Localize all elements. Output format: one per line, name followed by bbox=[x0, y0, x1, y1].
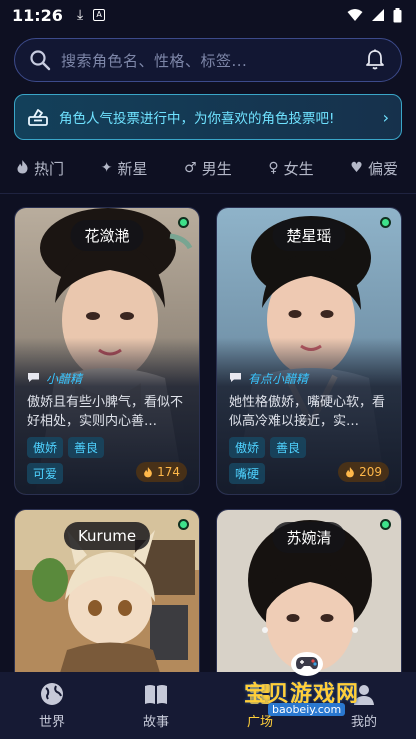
flame-icon bbox=[144, 467, 152, 478]
search-bar[interactable]: 搜索角色名、性格、标签... bbox=[14, 38, 402, 82]
nav-story[interactable]: 故事 bbox=[116, 681, 196, 730]
character-name: 苏婉清 bbox=[272, 522, 346, 553]
tag: 善良 bbox=[270, 437, 307, 458]
status-time: 11:26 bbox=[12, 5, 63, 25]
tag: 可爱 bbox=[27, 463, 64, 484]
tab-favorite[interactable]: ♥ 偏爱 bbox=[350, 158, 398, 179]
online-indicator bbox=[380, 519, 391, 530]
card-bottom: 傲娇 善良 可爱 174 bbox=[27, 437, 187, 484]
nav-world-label: 世界 bbox=[38, 715, 65, 730]
vote-box-icon bbox=[28, 109, 48, 126]
status-right bbox=[347, 7, 402, 23]
flame-icon bbox=[16, 159, 29, 178]
heat-badge: 174 bbox=[136, 462, 187, 482]
globe-icon bbox=[41, 683, 63, 705]
online-indicator bbox=[380, 217, 391, 228]
character-description: 傲娇且有些小脾气，看似不好相处，实则内心善… bbox=[27, 395, 184, 429]
nav-story-label: 故事 bbox=[142, 715, 169, 730]
character-description: 她性格傲娇，嘴硬心软，看似高冷难以接近，实… bbox=[229, 395, 386, 429]
card-info: 有点小醋精 她性格傲娇，嘴硬心软，看似高冷难以接近，实… 傲娇 善良 嘴硬 20… bbox=[217, 370, 401, 494]
sparkle-icon: ✦ bbox=[100, 160, 113, 176]
quote-text: 小醋精 bbox=[46, 372, 83, 386]
tag: 傲娇 bbox=[229, 437, 266, 458]
card-quote: 小醋精 bbox=[27, 370, 187, 387]
tab-new-star-label: 新星 bbox=[117, 159, 148, 178]
banner-text: 角色人气投票进行中，为你喜欢的角色投票吧! bbox=[59, 111, 335, 127]
heart-icon: ♥ bbox=[350, 160, 363, 176]
tab-hot-label: 热门 bbox=[34, 159, 65, 178]
character-card[interactable]: 楚星瑶 有点小醋精 她性格傲娇，嘴硬心软，看似高冷难以接近，实… 傲娇 善良 嘴… bbox=[216, 207, 402, 495]
tag: 善良 bbox=[68, 437, 105, 458]
character-card[interactable]: 花潋滟 小醋精 傲娇且有些小脾气，看似不好相处，实则内心善… 傲娇 善良 可爱 … bbox=[14, 207, 200, 495]
card-quote: 有点小醋精 bbox=[229, 370, 389, 387]
heat-count: 209 bbox=[359, 465, 382, 479]
character-name: 楚星瑶 bbox=[272, 220, 346, 251]
nav-world[interactable]: 世界 bbox=[12, 681, 92, 730]
search-icon bbox=[30, 50, 51, 71]
character-name: 花潋滟 bbox=[70, 220, 144, 251]
heat-count: 174 bbox=[157, 465, 180, 479]
tab-new-star[interactable]: ✦ 新星 bbox=[101, 158, 148, 179]
chat-bubble-icon bbox=[229, 372, 242, 386]
book-icon bbox=[145, 685, 167, 704]
flame-icon bbox=[346, 467, 354, 478]
tag: 嘴硬 bbox=[229, 463, 266, 484]
filter-tabs: 热门 ✦ 新星 ♂ 男生 ♀ 女生 ♥ 偏爱 bbox=[0, 150, 416, 186]
online-indicator bbox=[178, 217, 189, 228]
female-icon: ♀ bbox=[268, 160, 279, 176]
tab-female[interactable]: ♀ 女生 bbox=[268, 158, 313, 179]
tab-favorite-label: 偏爱 bbox=[367, 159, 398, 178]
status-bar: 11:26 ⤓ A bbox=[0, 0, 416, 30]
tab-male[interactable]: ♂ 男生 bbox=[184, 158, 232, 179]
tag-list: 傲娇 善良 嘴硬 bbox=[229, 437, 338, 484]
tab-hot[interactable]: 热门 bbox=[16, 158, 64, 179]
card-bottom: 傲娇 善良 嘴硬 209 bbox=[229, 437, 389, 484]
character-card[interactable]: Kurume bbox=[14, 509, 200, 672]
download-icon: ⤓ bbox=[76, 7, 84, 23]
male-icon: ♂ bbox=[184, 160, 197, 176]
tag: 傲娇 bbox=[27, 437, 64, 458]
character-name: Kurume bbox=[63, 522, 151, 550]
tag-list: 傲娇 善良 可爱 bbox=[27, 437, 136, 484]
battery-icon bbox=[393, 7, 402, 22]
card-info: 小醋精 傲娇且有些小脾气，看似不好相处，实则内心善… 傲娇 善良 可爱 174 bbox=[15, 370, 199, 494]
watermark: 宝贝游戏网 baobeiy.com bbox=[238, 648, 378, 718]
search-input[interactable]: 搜索角色名、性格、标签... bbox=[61, 50, 357, 71]
tab-female-label: 女生 bbox=[283, 159, 314, 178]
divider bbox=[0, 193, 416, 194]
heat-badge: 209 bbox=[338, 462, 389, 482]
gamepad-logo-icon bbox=[291, 652, 323, 676]
app-notification-icon: A bbox=[93, 9, 106, 21]
chat-bubble-icon bbox=[27, 372, 40, 386]
chevron-right-icon: › bbox=[382, 107, 389, 127]
signal-icon bbox=[372, 9, 384, 21]
quote-text: 有点小醋精 bbox=[248, 372, 309, 386]
watermark-url: baobeiy.com bbox=[268, 703, 346, 716]
bell-icon[interactable] bbox=[363, 48, 387, 72]
tab-male-label: 男生 bbox=[201, 159, 232, 178]
wifi-icon bbox=[347, 9, 363, 21]
vote-banner[interactable]: 角色人气投票进行中，为你喜欢的角色投票吧! › bbox=[14, 94, 402, 140]
online-indicator bbox=[178, 519, 189, 530]
